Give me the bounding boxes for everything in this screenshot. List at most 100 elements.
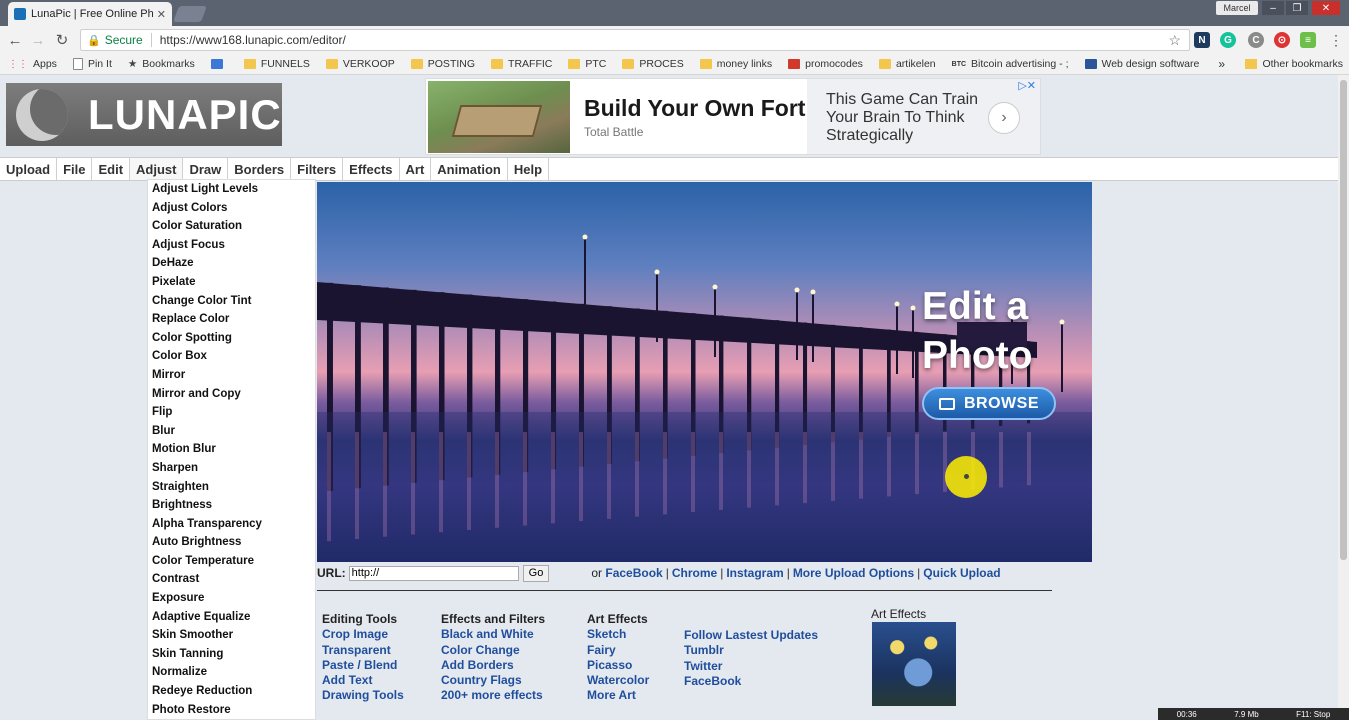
extension-green-icon[interactable]: ≡	[1300, 32, 1316, 48]
tool-link[interactable]: Picasso	[587, 658, 649, 673]
adjust-menu-item[interactable]: DeHaze	[148, 254, 315, 273]
bookmark-item[interactable]: Pin It	[72, 58, 112, 70]
lunapic-logo[interactable]: LUNAPIC	[6, 83, 282, 146]
tool-link[interactable]: Twitter	[684, 659, 818, 674]
adjust-menu-item[interactable]: Auto Brightness	[148, 533, 315, 552]
tool-link[interactable]: Add Borders	[441, 658, 545, 673]
upload-link[interactable]: Quick Upload	[923, 566, 1000, 580]
browser-tab[interactable]: LunaPic | Free Online Pho ✕	[8, 2, 172, 26]
tool-link[interactable]: Sketch	[587, 627, 649, 642]
adjust-menu-item[interactable]: Redeye Reduction	[148, 682, 315, 701]
bookmark-item[interactable]: ★ Bookmarks	[128, 58, 195, 70]
maximize-button[interactable]: ❐	[1286, 1, 1308, 15]
profile-button[interactable]: Marcel	[1216, 1, 1258, 15]
recorder-hotkey[interactable]: F11: Stop	[1296, 710, 1330, 719]
menu-filters[interactable]: Filters	[291, 158, 344, 180]
go-button[interactable]: Go	[522, 564, 550, 582]
bookmark-item[interactable]: promocodes	[788, 58, 863, 70]
bookmark-item[interactable]: PROCES	[622, 58, 684, 70]
adjust-menu-item[interactable]: Brightness	[148, 496, 315, 515]
adjust-menu-item[interactable]: Exposure	[148, 589, 315, 608]
adjust-menu-item[interactable]: Skin Smoother	[148, 626, 315, 645]
adjust-menu-item[interactable]: Replace Color	[148, 310, 315, 329]
adjust-menu-item[interactable]: Pixelate	[148, 273, 315, 292]
url-input[interactable]	[348, 565, 519, 581]
menu-draw[interactable]: Draw	[183, 158, 229, 180]
minimize-button[interactable]: –	[1262, 1, 1284, 15]
adjust-menu-item[interactable]: Color Box	[148, 347, 315, 366]
tool-link[interactable]: Country Flags	[441, 673, 545, 688]
adchoices-icon[interactable]: ▷✕	[1018, 79, 1036, 92]
forward-arrow-icon[interactable]: →	[28, 30, 48, 50]
menu-upload[interactable]: Upload	[0, 158, 58, 180]
tool-link[interactable]: Add Text	[322, 673, 404, 688]
adjust-menu-item[interactable]: Alpha Transparency	[148, 515, 315, 534]
adjust-menu-item[interactable]: Change Color Tint	[148, 292, 315, 311]
bookmark-item[interactable]: ⋮⋮ Apps	[8, 58, 57, 70]
menu-art[interactable]: Art	[400, 158, 432, 180]
adjust-menu-item[interactable]: Color Temperature	[148, 552, 315, 571]
url-text[interactable]: https://www168.lunapic.com/editor/	[160, 33, 346, 47]
back-arrow-icon[interactable]: ←	[5, 30, 25, 50]
other-bookmarks[interactable]: Other bookmarks	[1245, 54, 1343, 74]
adjust-menu-item[interactable]: Straighten	[148, 478, 315, 497]
adjust-menu-item[interactable]: Color Spotting	[148, 329, 315, 348]
adjust-menu-item[interactable]: Mirror	[148, 366, 315, 385]
adjust-menu-item[interactable]: Adjust Light Levels	[148, 180, 315, 199]
browse-button[interactable]: BROWSE	[922, 387, 1056, 420]
bookmark-star-icon[interactable]: ☆	[1168, 32, 1181, 49]
upload-link[interactable]: Chrome	[672, 566, 717, 580]
menu-adjust[interactable]: Adjust	[130, 158, 184, 180]
advertisement-banner[interactable]: Build Your Own Fort Total Battle This Ga…	[425, 78, 1041, 155]
bookmark-item[interactable]: BTC Bitcoin advertising - ;	[952, 58, 1069, 70]
adjust-menu-item[interactable]: Normalize	[148, 663, 315, 682]
scrollbar-thumb[interactable]	[1340, 80, 1347, 560]
tool-link[interactable]: Fairy	[587, 643, 649, 658]
menu-help[interactable]: Help	[508, 158, 550, 180]
window-close-button[interactable]: ✕	[1312, 1, 1340, 15]
menu-borders[interactable]: Borders	[228, 158, 292, 180]
tool-link[interactable]: Follow Lastest Updates	[684, 628, 818, 643]
upload-link[interactable]: Instagram	[726, 566, 783, 580]
adjust-menu-item[interactable]: Color Saturation	[148, 217, 315, 236]
adjust-menu-item[interactable]: Flip	[148, 403, 315, 422]
bookmark-item[interactable]: TRAFFIC	[491, 58, 552, 70]
adjust-menu-item[interactable]: Motion Blur	[148, 440, 315, 459]
menu-animation[interactable]: Animation	[431, 158, 508, 180]
reload-icon[interactable]: ↻	[52, 30, 72, 50]
tool-link[interactable]: Crop Image	[322, 627, 404, 642]
menu-effects[interactable]: Effects	[343, 158, 400, 180]
address-bar[interactable]: 🔒 Secure https://www168.lunapic.com/edit…	[80, 29, 1190, 51]
tab-close-icon[interactable]: ✕	[157, 8, 166, 21]
bookmarks-overflow-icon[interactable]: »	[1218, 54, 1225, 74]
tool-link[interactable]: Black and White	[441, 627, 545, 642]
extension-badge-icon[interactable]: C	[1248, 32, 1264, 48]
adjust-menu-item[interactable]: Adaptive Equalize	[148, 608, 315, 627]
adjust-menu-item[interactable]: Adjust Focus	[148, 236, 315, 255]
starry-night-thumbnail[interactable]	[872, 622, 956, 706]
extension-n-icon[interactable]: N	[1194, 32, 1210, 48]
tool-link[interactable]: Transparent	[322, 643, 404, 658]
adjust-menu-item[interactable]: Skin Tanning	[148, 645, 315, 664]
adjust-menu-item[interactable]: Adjust Colors	[148, 199, 315, 218]
tool-link[interactable]: 200+ more effects	[441, 688, 545, 703]
bookmark-item[interactable]: POSTING	[410, 58, 475, 70]
bookmark-item[interactable]: money links	[699, 58, 772, 70]
chevron-right-icon[interactable]: ›	[988, 102, 1020, 134]
tool-link[interactable]: More Art	[587, 688, 649, 703]
menu-file[interactable]: File	[57, 158, 93, 180]
bookmark-item[interactable]	[210, 59, 228, 69]
bookmark-item[interactable]: Web design software	[1084, 58, 1199, 70]
adjust-menu-item[interactable]: Contrast	[148, 570, 315, 589]
adjust-menu-item[interactable]: Blur	[148, 422, 315, 441]
bookmark-item[interactable]: artikelen	[878, 58, 936, 70]
adjust-menu-item[interactable]: Mirror and Copy	[148, 385, 315, 404]
tool-link[interactable]: Drawing Tools	[322, 688, 404, 703]
tool-link[interactable]: Color Change	[441, 643, 545, 658]
bookmark-item[interactable]: PTC	[568, 58, 606, 70]
bookmark-item[interactable]: VERKOOP	[325, 58, 395, 70]
upload-link[interactable]: FaceBook	[605, 566, 662, 580]
chrome-menu-icon[interactable]: ⋮	[1326, 30, 1346, 50]
grammarly-icon[interactable]: G	[1220, 32, 1236, 48]
extension-red-icon[interactable]: ⊙	[1274, 32, 1290, 48]
